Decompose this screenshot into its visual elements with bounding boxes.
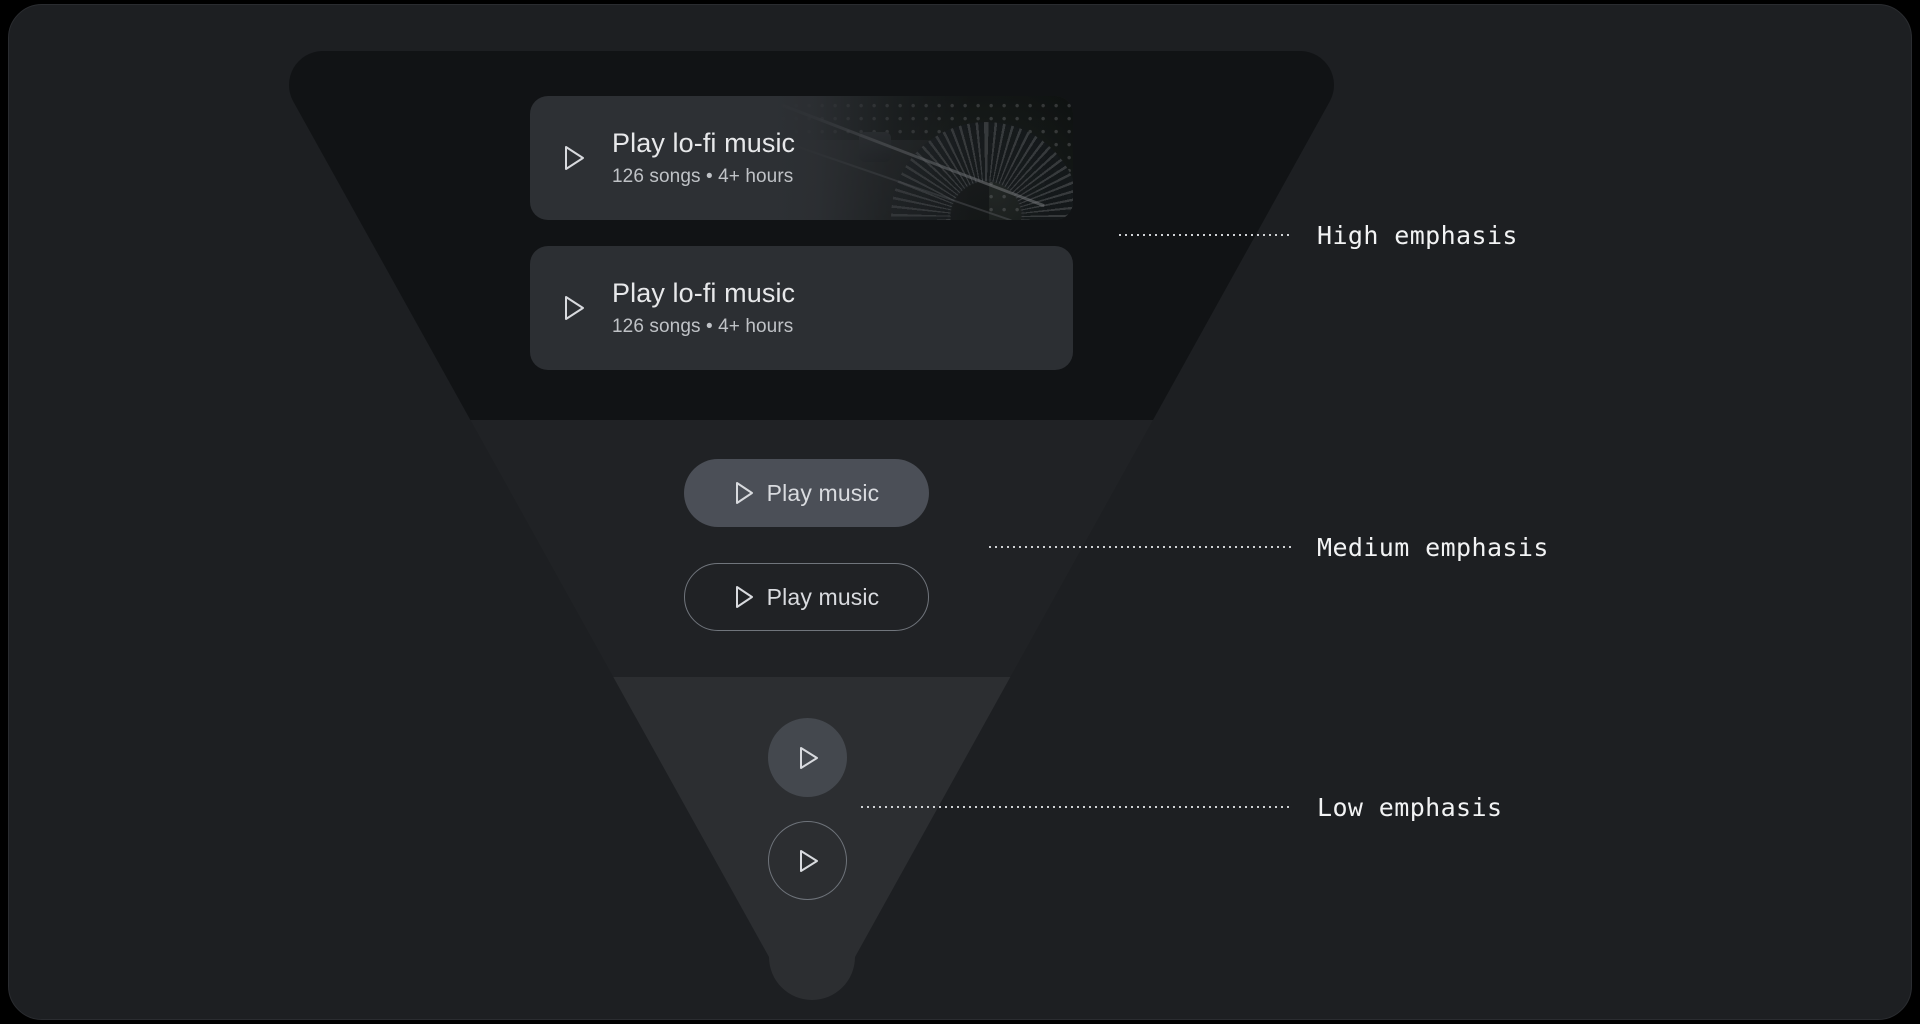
annotation-label: High emphasis [1317, 220, 1518, 250]
leader-line [989, 546, 1291, 548]
filled-button[interactable]: Play music [684, 459, 929, 527]
play-icon [799, 746, 818, 769]
flat-card-title: Play lo-fi music [612, 277, 796, 308]
annotation-label: Low emphasis [1317, 792, 1503, 822]
filled-button-label: Play music [766, 479, 880, 506]
flat-card[interactable]: Play lo-fi music 126 songs • 4+ hours [530, 246, 1073, 370]
annotation-high-emphasis: High emphasis [1119, 218, 1518, 252]
play-icon [735, 586, 753, 608]
annotation-label: Medium emphasis [1317, 532, 1549, 562]
annotation-medium-emphasis: Medium emphasis [989, 530, 1549, 564]
play-icon [565, 146, 584, 170]
outlined-button-label: Play music [766, 583, 880, 610]
components-layer: Play lo-fi music 126 songs • 4+ hours Pl… [9, 5, 1911, 1019]
play-icon [735, 482, 753, 504]
leader-line [1119, 234, 1291, 236]
leader-line [861, 806, 1291, 808]
hero-card-title: Play lo-fi music [612, 127, 796, 158]
hero-card[interactable]: Play lo-fi music 126 songs • 4+ hours [530, 96, 1073, 220]
outlined-icon-button[interactable] [768, 821, 847, 900]
filled-icon-button[interactable] [768, 718, 847, 797]
diagram-canvas: Play lo-fi music 126 songs • 4+ hours Pl… [8, 4, 1912, 1020]
hero-card-subtitle: 126 songs • 4+ hours [612, 166, 794, 188]
play-icon [799, 849, 818, 872]
annotation-low-emphasis: Low emphasis [861, 790, 1502, 824]
play-icon [565, 296, 584, 320]
outlined-button[interactable]: Play music [684, 563, 929, 631]
flat-card-subtitle: 126 songs • 4+ hours [612, 316, 794, 338]
